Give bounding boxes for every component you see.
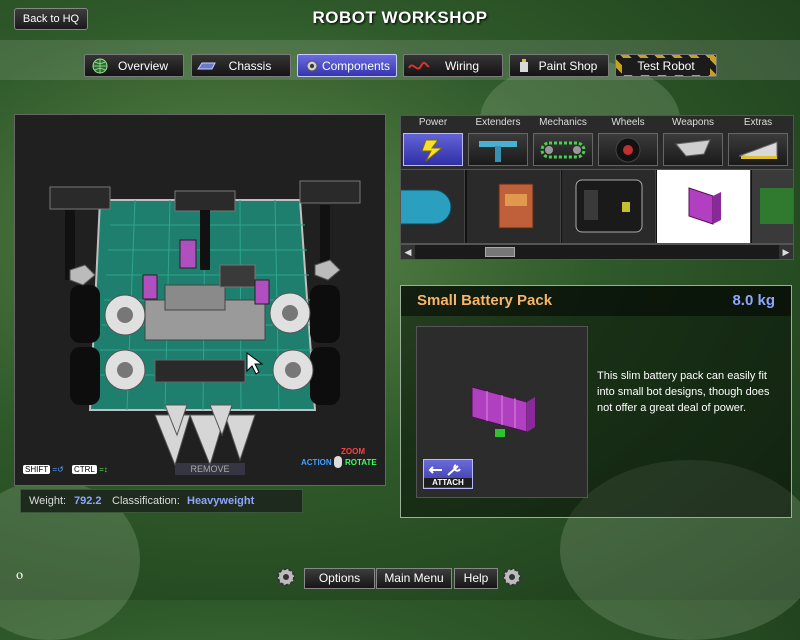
part-detail-panel: Small Battery Pack 8.0 kg ATTACH This sl… [400, 285, 792, 518]
tab-chassis[interactable]: Chassis [191, 54, 291, 77]
parts-list [400, 169, 794, 244]
zoom-label: ZOOM [341, 447, 365, 456]
tab-overview[interactable]: Overview [84, 54, 184, 77]
action-label: ACTION [301, 458, 332, 467]
gear-icon [277, 568, 295, 586]
robot-stats: Weight: 792.2 Classification: Heavyweigh… [20, 489, 303, 513]
category-label: Wheels [611, 117, 645, 128]
weight-label: Weight: [29, 495, 67, 507]
part-name: Small Battery Pack [417, 292, 553, 309]
classification-value: Heavyweight [187, 495, 255, 507]
wedge-icon [738, 141, 778, 159]
tab-label: Paint Shop [538, 59, 598, 73]
part-item[interactable] [401, 170, 465, 243]
chain-icon [540, 141, 586, 159]
control-hints: SHIFT =↺ CTRL =↕ [23, 465, 108, 474]
part-item[interactable] [467, 170, 561, 243]
options-button[interactable]: Options [304, 568, 375, 589]
tab-label: Components [321, 59, 391, 73]
gear-icon [503, 568, 521, 586]
category-weapons[interactable]: Weapons [661, 116, 725, 169]
part-detail-header: Small Battery Pack 8.0 kg [401, 286, 791, 316]
tab-label: Wiring [444, 59, 479, 73]
parts-scrollbar[interactable]: ◀ ▶ [400, 244, 794, 260]
category-label: Extras [743, 117, 773, 128]
scroll-left-icon[interactable]: ◀ [401, 245, 415, 259]
category-extras[interactable]: Extras [726, 116, 790, 169]
category-button[interactable] [403, 133, 463, 166]
tab-label: Overview [117, 59, 168, 73]
category-wheels[interactable]: Wheels [596, 116, 660, 169]
scroll-thumb[interactable] [485, 247, 515, 257]
part-item-selected[interactable] [657, 170, 751, 243]
category-button[interactable] [598, 133, 658, 166]
attach-label: ATTACH [424, 478, 472, 487]
robot-viewport[interactable]: REMOVE SHIFT =↺ CTRL =↕ ZOOM ACTION ROTA… [14, 114, 386, 486]
shift-key: SHIFT [23, 465, 51, 474]
rotate-label: ROTATE [345, 458, 377, 467]
tab-components[interactable]: Components [297, 54, 397, 77]
tab-label: Test Robot [622, 58, 710, 75]
tab-wiring[interactable]: Wiring [403, 54, 503, 77]
robot-model[interactable] [15, 115, 385, 485]
tab-paint-shop[interactable]: Paint Shop [509, 54, 609, 77]
updown-hint-icon: =↕ [99, 465, 108, 474]
part-item[interactable] [752, 170, 793, 243]
cursor-icon: ⲟ [16, 566, 23, 582]
category-button[interactable] [468, 133, 528, 166]
category-power[interactable]: Power [401, 116, 465, 169]
weight-value: 792.2 [74, 495, 102, 507]
classification-label: Classification: [112, 495, 180, 507]
main-menu-button[interactable]: Main Menu [376, 568, 452, 589]
tab-label: Chassis [228, 59, 272, 73]
wrench-icon [428, 464, 461, 476]
extender-icon [479, 141, 517, 162]
ctrl-key: CTRL [71, 465, 97, 474]
rotate-hint-icon: =↺ [52, 465, 64, 474]
wheel-icon [615, 137, 641, 163]
category-mechanics[interactable]: Mechanics [531, 116, 595, 169]
remove-button[interactable]: REMOVE [175, 463, 245, 475]
large-battery-icon [575, 179, 643, 233]
category-label: Weapons [671, 117, 715, 128]
category-button[interactable] [728, 133, 788, 166]
cylinder-battery-icon [401, 189, 452, 225]
part-item[interactable] [562, 170, 656, 243]
box-battery-icon [498, 183, 534, 229]
page-title: ROBOT WORKSHOP [312, 8, 488, 27]
category-extenders[interactable]: Extenders [466, 116, 530, 169]
component-categories: Power Extenders Mechanics Wheels Weapons… [400, 115, 794, 170]
category-button[interactable] [663, 133, 723, 166]
category-label: Extenders [475, 117, 521, 128]
lightning-icon [421, 139, 444, 162]
partial-next-icon [760, 188, 793, 224]
mouse-icon [334, 456, 342, 468]
category-label: Power [418, 117, 448, 128]
tab-test-robot[interactable]: Test Robot [615, 54, 717, 77]
attach-button[interactable]: ATTACH [423, 459, 473, 489]
blade-icon [675, 139, 711, 157]
part-preview: ATTACH [416, 326, 588, 498]
part-weight: 8.0 kg [732, 292, 775, 309]
small-battery-icon [688, 187, 721, 225]
category-label: Mechanics [539, 117, 587, 128]
mouse-hints: ZOOM ACTION ROTATE [301, 447, 381, 477]
help-button[interactable]: Help [454, 568, 498, 589]
part-description: This slim battery pack can easily fit in… [597, 370, 770, 414]
category-button[interactable] [533, 133, 593, 166]
scroll-right-icon[interactable]: ▶ [779, 245, 793, 259]
